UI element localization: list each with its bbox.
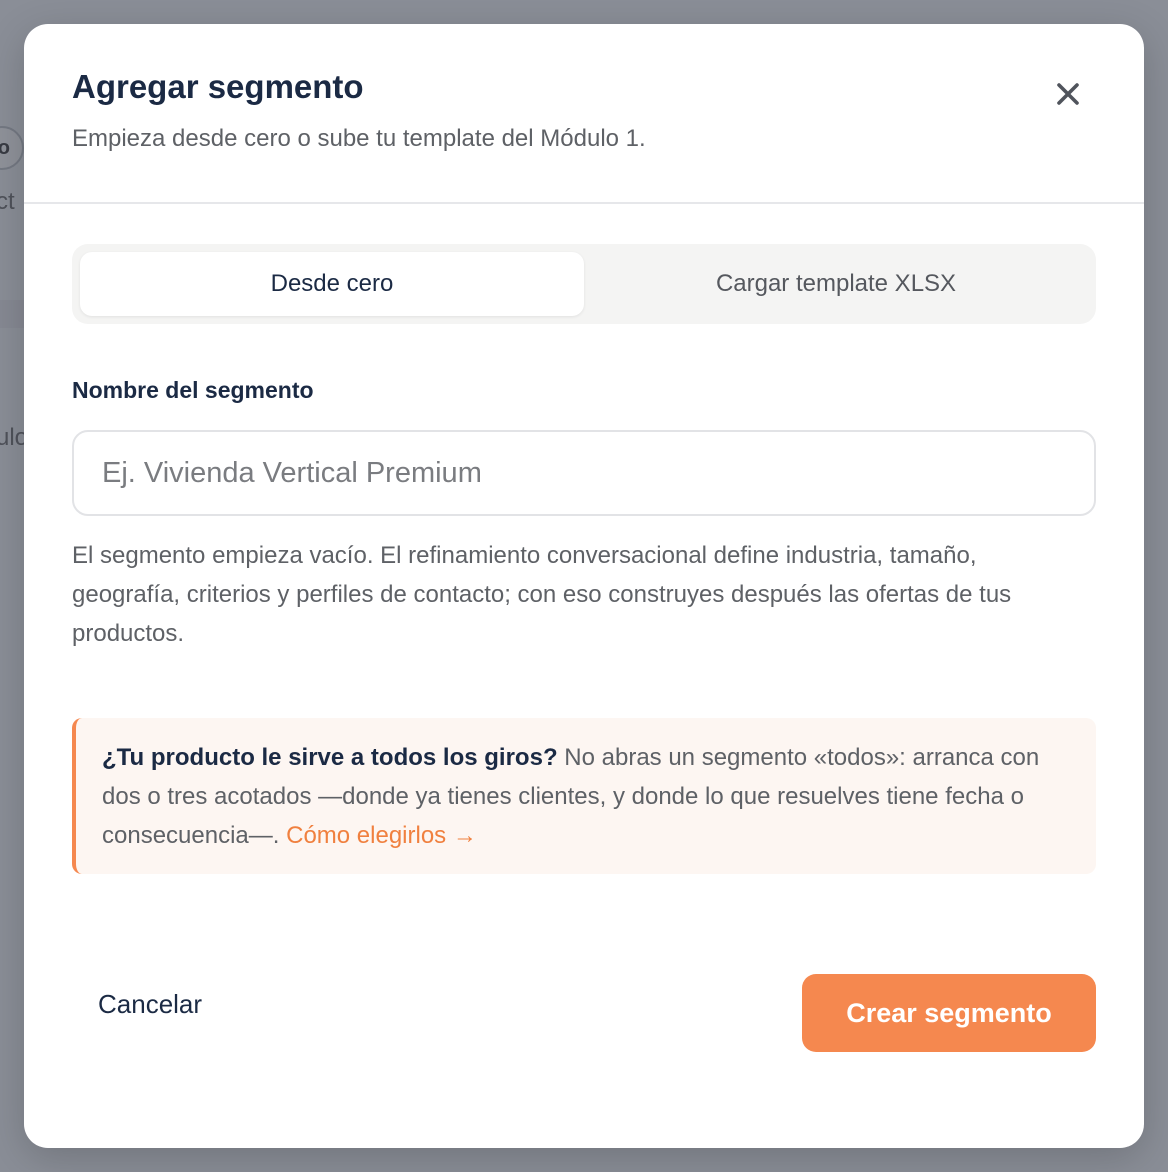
tip-callout: ¿Tu producto le sirve a todos los giros?…: [72, 718, 1096, 874]
segment-name-label: Nombre del segmento: [72, 377, 314, 403]
how-to-choose-link[interactable]: Cómo elegirlos →: [286, 822, 477, 849]
add-segment-dialog: Agregar segmento Empieza desde cero o su…: [24, 24, 1144, 1148]
create-segment-button[interactable]: Crear segmento: [802, 974, 1096, 1052]
header-divider: [24, 202, 1144, 204]
dialog-subtitle: Empieza desde cero o sube tu template de…: [72, 125, 646, 152]
segment-name-input[interactable]: [72, 430, 1096, 516]
mode-tabs: Desde cero Cargar template XLSX: [72, 244, 1096, 324]
dialog-title: Agregar segmento: [72, 68, 364, 105]
close-button[interactable]: [1048, 74, 1088, 114]
callout-heading: ¿Tu producto le sirve a todos los giros?: [102, 744, 558, 771]
tab-cargar-template[interactable]: Cargar template XLSX: [584, 252, 1088, 316]
cancel-button[interactable]: Cancelar: [98, 989, 202, 1020]
help-text: El segmento empieza vacío. El refinamien…: [72, 542, 1012, 647]
close-icon: [1057, 83, 1079, 105]
tab-desde-cero[interactable]: Desde cero: [80, 252, 584, 316]
